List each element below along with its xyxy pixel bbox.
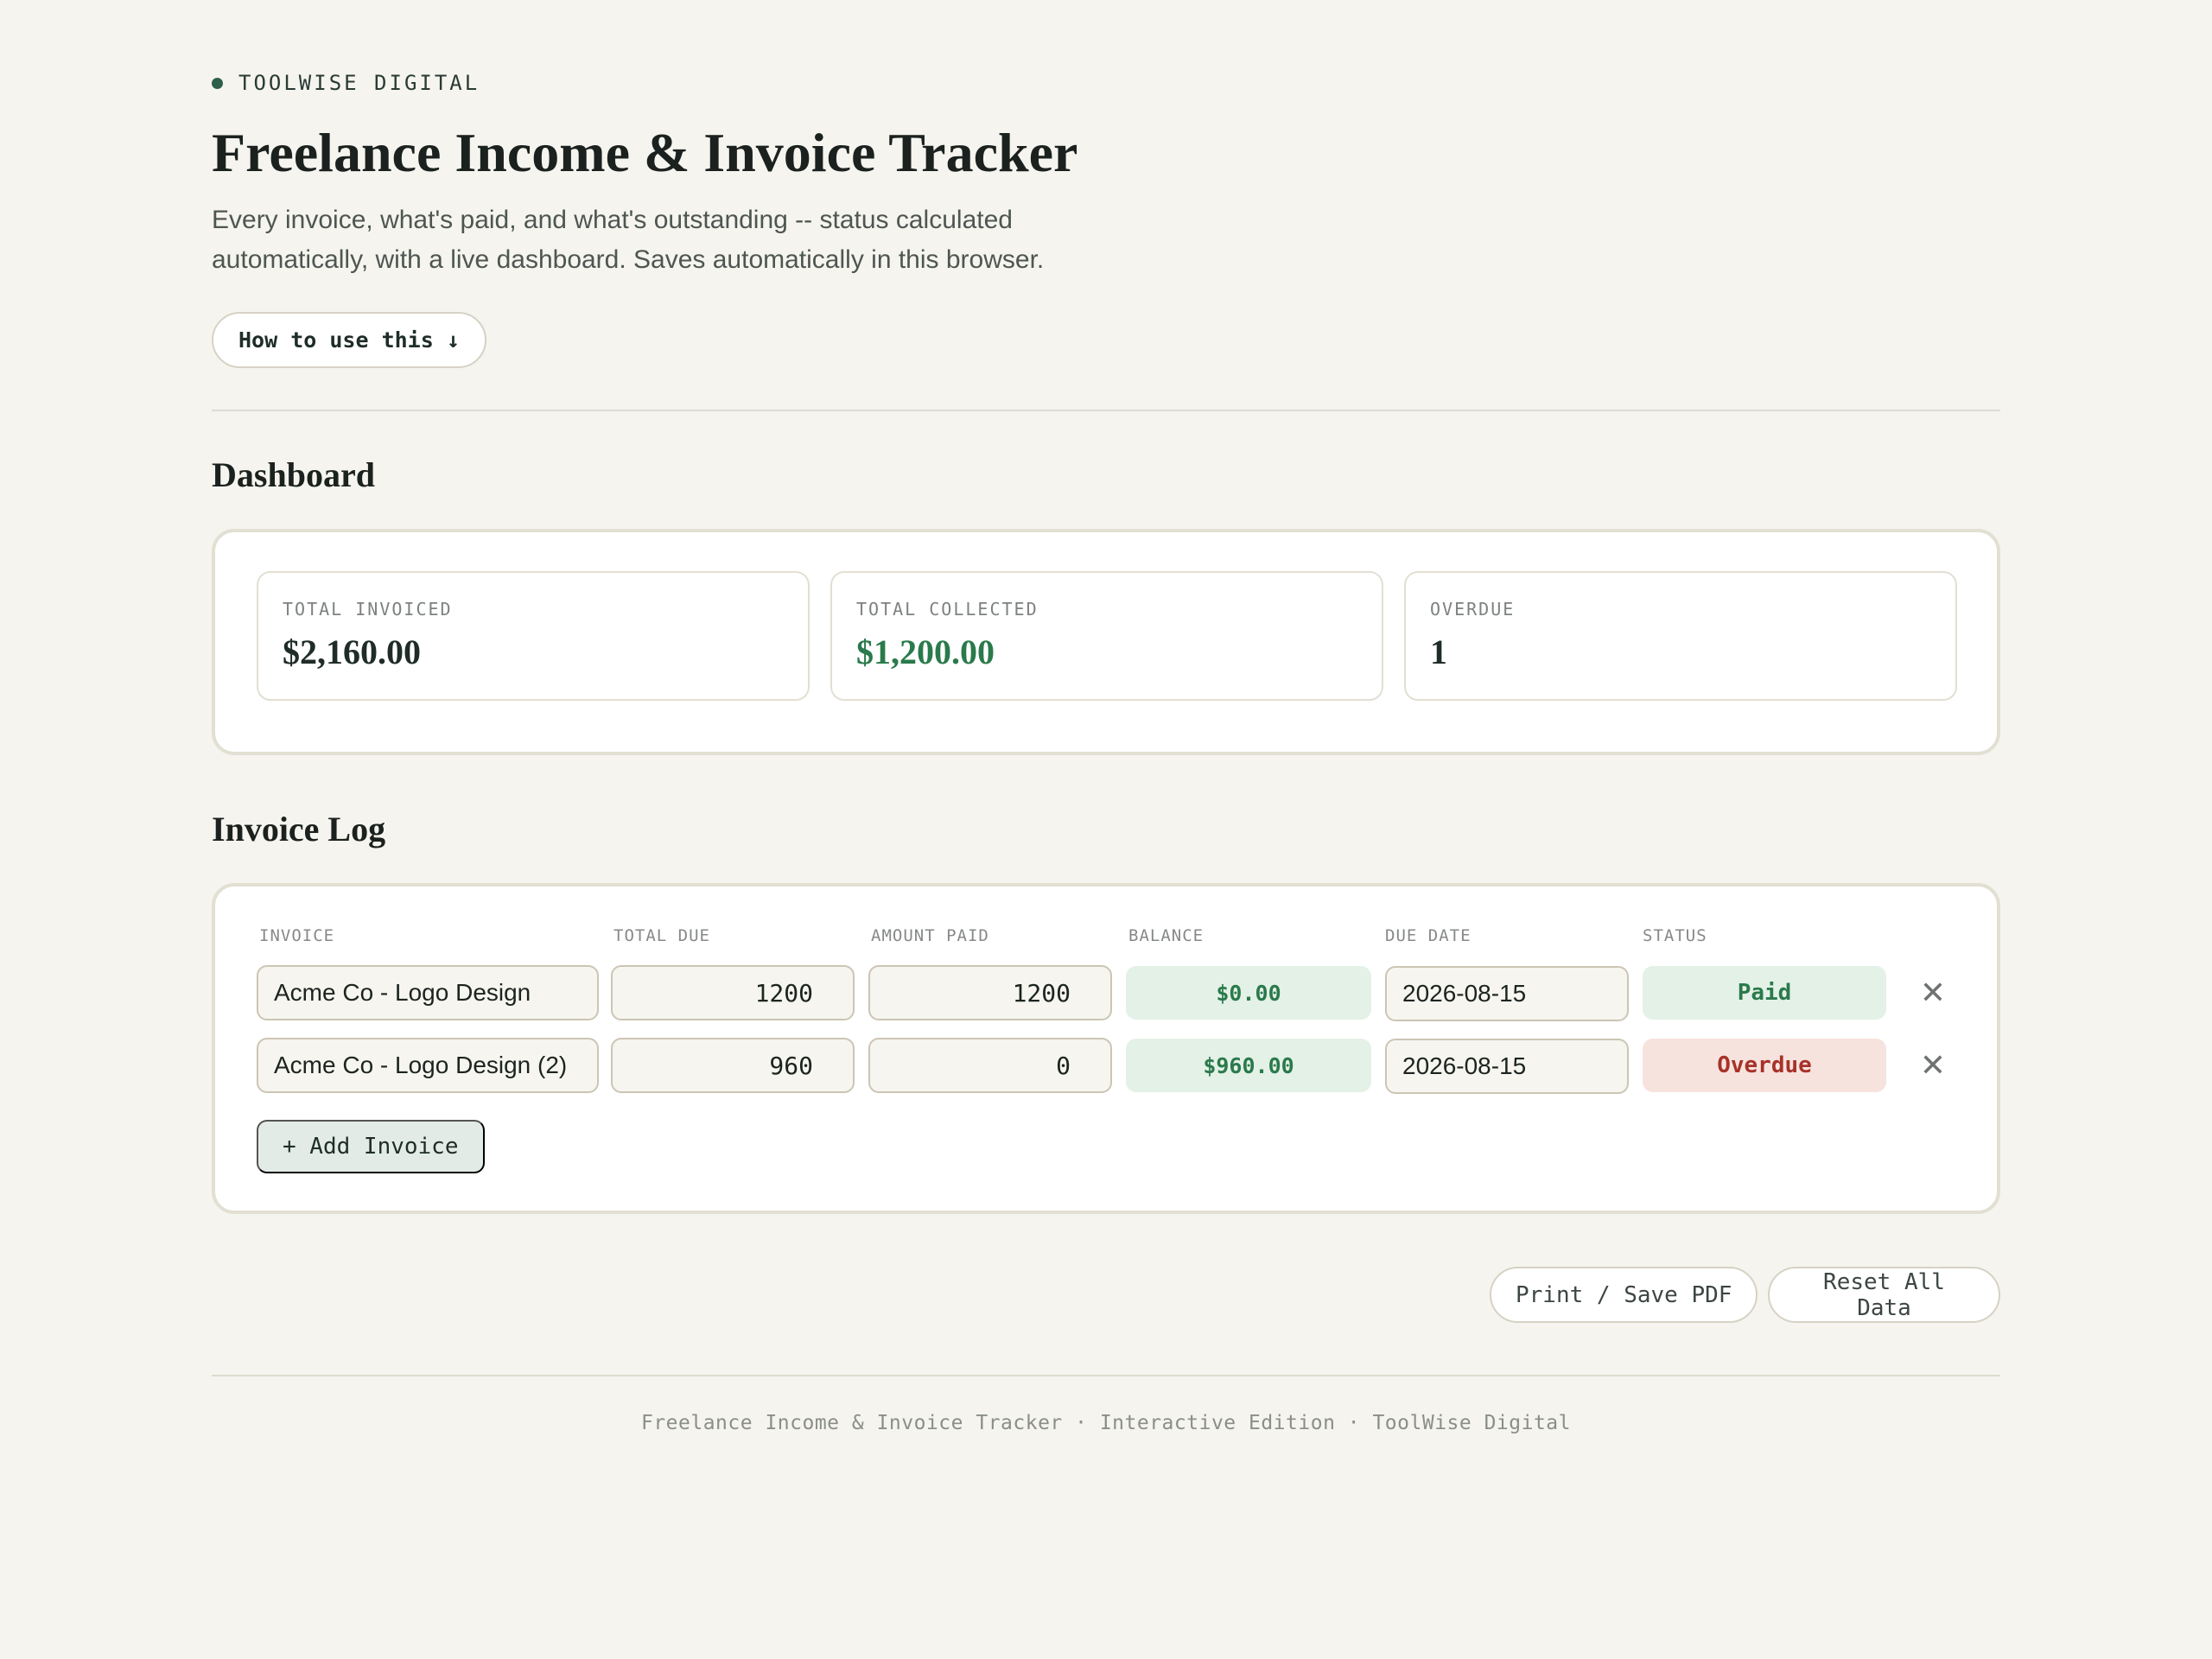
page-subtitle: Every invoice, what's paid, and what's o… bbox=[212, 206, 1045, 274]
column-header-status: STATUS bbox=[1643, 926, 1707, 945]
column-header-balance: BALANCE bbox=[1128, 926, 1205, 945]
dashboard-title: Dashboard bbox=[212, 455, 375, 494]
delete-row-icon[interactable]: ✕ bbox=[1911, 971, 1955, 1014]
add-invoice-button[interactable]: + Add Invoice bbox=[257, 1120, 485, 1173]
stat-overdue: OVERDUE 1 bbox=[1404, 571, 1957, 701]
amount-paid-input[interactable]: 1200 bbox=[868, 965, 1112, 1020]
brand: TOOLWISE DIGITAL bbox=[212, 71, 480, 95]
stat-total-invoiced: TOTAL INVOICED $2,160.00 bbox=[257, 571, 810, 701]
invoice-log-title: Invoice Log bbox=[212, 810, 386, 849]
column-header-total-due: TOTAL DUE bbox=[613, 926, 710, 945]
stat-value: 1 bbox=[1430, 632, 1447, 671]
delete-row-icon[interactable]: ✕ bbox=[1911, 1044, 1955, 1087]
reset-all-data-button[interactable]: Reset All Data bbox=[1768, 1267, 2000, 1323]
stat-label: TOTAL INVOICED bbox=[283, 599, 453, 620]
invoice-name-input[interactable]: Acme Co - Logo Design bbox=[257, 965, 599, 1020]
amount-paid-input[interactable]: 0 bbox=[868, 1038, 1112, 1093]
invoice-log-card: INVOICE TOTAL DUE AMOUNT PAID BALANCE DU… bbox=[212, 883, 2000, 1214]
status-badge: Overdue bbox=[1643, 1039, 1886, 1092]
due-date-input[interactable]: 2026-08-15 bbox=[1385, 966, 1629, 1021]
how-to-use-button[interactable]: How to use this ↓ bbox=[212, 312, 486, 368]
page-title: Freelance Income & Invoice Tracker bbox=[212, 122, 1078, 183]
brand-name: TOOLWISE DIGITAL bbox=[238, 71, 480, 95]
column-header-invoice: INVOICE bbox=[259, 926, 335, 945]
brand-dot-icon bbox=[212, 77, 223, 89]
print-save-pdf-button[interactable]: Print / Save PDF bbox=[1490, 1267, 1758, 1323]
footer-divider bbox=[212, 1375, 2000, 1376]
column-header-amount-paid: AMOUNT PAID bbox=[871, 926, 989, 945]
stat-value: $1,200.00 bbox=[856, 632, 995, 671]
stat-total-collected: TOTAL COLLECTED $1,200.00 bbox=[830, 571, 1383, 701]
footer-text: Freelance Income & Invoice Tracker · Int… bbox=[640, 1412, 1572, 1434]
status-badge: Paid bbox=[1643, 966, 1886, 1020]
total-due-input[interactable]: 1200 bbox=[611, 965, 855, 1020]
total-due-input[interactable]: 960 bbox=[611, 1038, 855, 1093]
balance-value: $0.00 bbox=[1126, 966, 1371, 1020]
column-header-due-date: DUE DATE bbox=[1385, 926, 1471, 945]
dashboard-card: TOTAL INVOICED $2,160.00 TOTAL COLLECTED… bbox=[212, 529, 2000, 755]
stat-value: $2,160.00 bbox=[283, 632, 421, 671]
stat-label: TOTAL COLLECTED bbox=[856, 599, 1039, 620]
stat-label: OVERDUE bbox=[1430, 599, 1516, 620]
invoice-name-input[interactable]: Acme Co - Logo Design (2) bbox=[257, 1038, 599, 1093]
due-date-input[interactable]: 2026-08-15 bbox=[1385, 1039, 1629, 1094]
divider bbox=[212, 410, 2000, 411]
balance-value: $960.00 bbox=[1126, 1039, 1371, 1092]
